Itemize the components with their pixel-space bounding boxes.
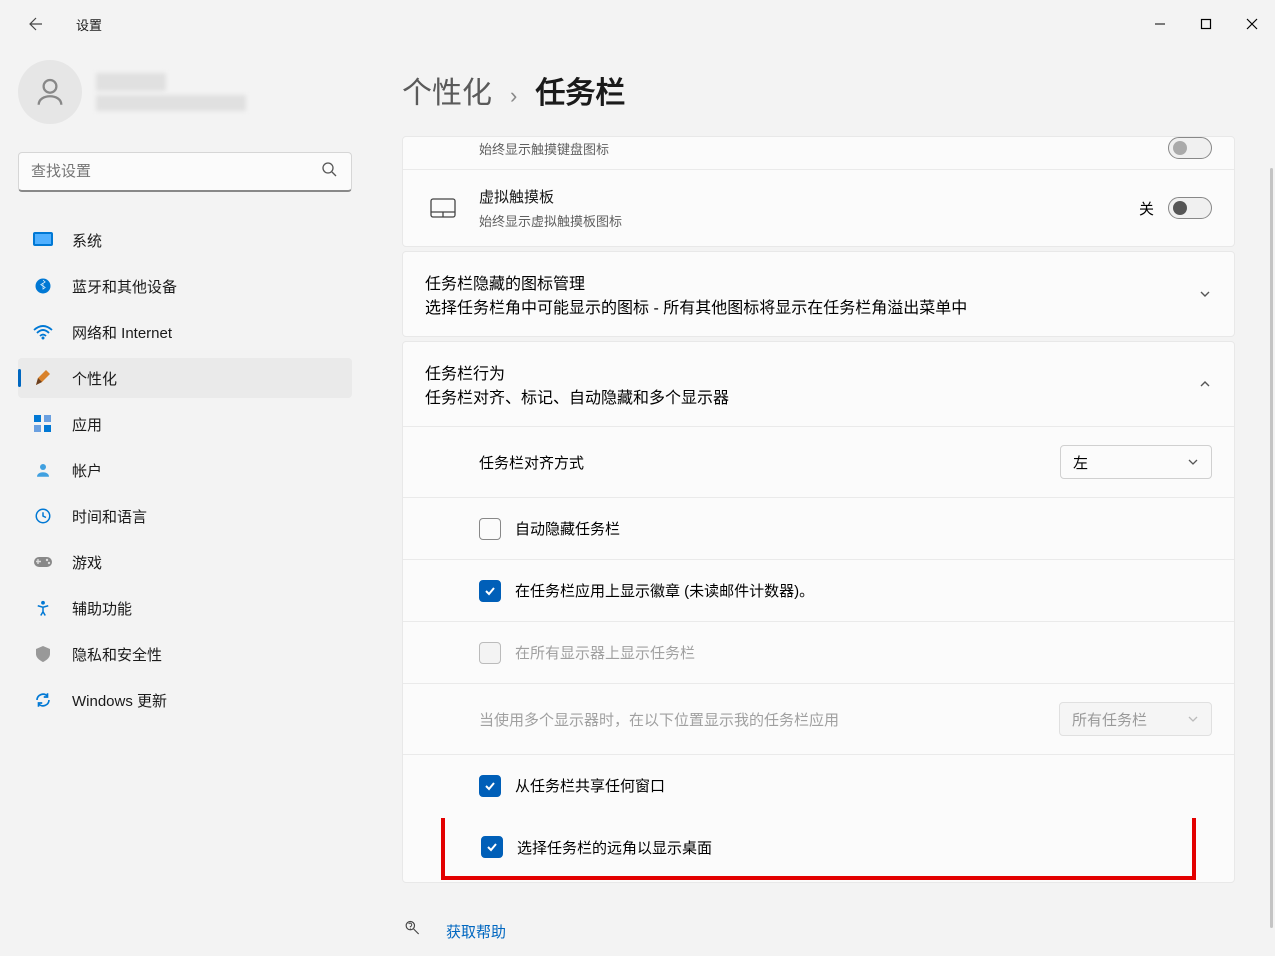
nav-apps[interactable]: 应用 bbox=[18, 404, 352, 444]
accounts-icon bbox=[32, 459, 54, 481]
nav-label: 辅助功能 bbox=[72, 598, 132, 619]
privacy-icon bbox=[32, 643, 54, 665]
nav-label: 网络和 Internet bbox=[72, 322, 172, 343]
multimon-row: 在所有显示器上显示任务栏 bbox=[403, 621, 1234, 683]
alignment-label: 任务栏对齐方式 bbox=[479, 452, 1060, 473]
nav-time-language[interactable]: 时间和语言 bbox=[18, 496, 352, 536]
far-corner-checkbox[interactable] bbox=[481, 836, 503, 858]
nav-label: 系统 bbox=[72, 230, 102, 251]
scrollbar[interactable] bbox=[1270, 168, 1273, 928]
nav-accounts[interactable]: 帐户 bbox=[18, 450, 352, 490]
nav-network[interactable]: 网络和 Internet bbox=[18, 312, 352, 352]
behaviors-sub: 任务栏对齐、标记、自动隐藏和多个显示器 bbox=[425, 384, 1198, 408]
update-icon bbox=[32, 689, 54, 711]
hidden-icons-sub: 选择任务栏角中可能显示的图标 - 所有其他图标将显示在任务栏角溢出菜单中 bbox=[425, 294, 1198, 318]
feedback-row[interactable]: 提供反馈 bbox=[402, 952, 1235, 956]
breadcrumb-separator: › bbox=[510, 83, 517, 109]
help-links: 获取帮助 提供反馈 bbox=[402, 887, 1235, 956]
touch-keyboard-card-partial: 始终显示触摸键盘图标 虚拟触摸板 始终显示虚拟触摸板图标 关 bbox=[402, 136, 1235, 247]
badges-label: 在任务栏应用上显示徽章 (未读邮件计数器)。 bbox=[515, 580, 1212, 601]
chevron-down-icon bbox=[1198, 287, 1212, 301]
nav-accessibility[interactable]: 辅助功能 bbox=[18, 588, 352, 628]
autohide-checkbox[interactable] bbox=[479, 518, 501, 540]
touchpad-toggle-state: 关 bbox=[1139, 198, 1154, 219]
touch-keyboard-sub: 始终显示触摸键盘图标 bbox=[479, 139, 609, 158]
share-window-label: 从任务栏共享任何窗口 bbox=[515, 775, 1212, 796]
get-help-row[interactable]: 获取帮助 bbox=[402, 911, 1235, 952]
breadcrumb: 个性化 › 任务栏 bbox=[402, 68, 1235, 112]
nav-windows-update[interactable]: Windows 更新 bbox=[18, 680, 352, 720]
touchpad-icon bbox=[425, 198, 461, 218]
multimon-where-label: 当使用多个显示器时，在以下位置显示我的任务栏应用 bbox=[479, 709, 1059, 730]
gaming-icon bbox=[32, 551, 54, 573]
multimon-where-combobox: 所有任务栏 bbox=[1059, 702, 1212, 736]
nav-privacy[interactable]: 隐私和安全性 bbox=[18, 634, 352, 674]
touchpad-sub: 始终显示虚拟触摸板图标 bbox=[479, 211, 1139, 230]
close-button[interactable] bbox=[1229, 4, 1275, 44]
minimize-button[interactable] bbox=[1137, 4, 1183, 44]
help-icon bbox=[402, 919, 424, 944]
user-info bbox=[96, 73, 246, 111]
network-icon bbox=[32, 321, 54, 343]
share-window-row[interactable]: 从任务栏共享任何窗口 bbox=[403, 754, 1234, 816]
nav-label: 个性化 bbox=[72, 368, 117, 389]
badges-row[interactable]: 在任务栏应用上显示徽章 (未读邮件计数器)。 bbox=[403, 559, 1234, 621]
badges-checkbox[interactable] bbox=[479, 580, 501, 602]
system-icon bbox=[32, 229, 54, 251]
search-box[interactable] bbox=[18, 152, 352, 192]
nav-label: 蓝牙和其他设备 bbox=[72, 276, 177, 297]
taskbar-behaviors-card: 任务栏行为 任务栏对齐、标记、自动隐藏和多个显示器 任务栏对齐方式 左 自动隐藏… bbox=[402, 341, 1235, 883]
nav-label: 应用 bbox=[72, 414, 102, 435]
behaviors-title: 任务栏行为 bbox=[425, 360, 1198, 384]
titlebar: 设置 bbox=[0, 0, 1275, 48]
nav-label: 游戏 bbox=[72, 552, 102, 573]
nav-personalization[interactable]: 个性化 bbox=[18, 358, 352, 398]
multimon-label: 在所有显示器上显示任务栏 bbox=[515, 642, 1212, 663]
nav-bluetooth[interactable]: 蓝牙和其他设备 bbox=[18, 266, 352, 306]
user-block[interactable] bbox=[18, 60, 352, 124]
hidden-icons-title: 任务栏隐藏的图标管理 bbox=[425, 270, 1198, 294]
autohide-label: 自动隐藏任务栏 bbox=[515, 518, 1212, 539]
multimon-checkbox bbox=[479, 642, 501, 664]
nav-gaming[interactable]: 游戏 bbox=[18, 542, 352, 582]
search-input[interactable] bbox=[31, 163, 339, 180]
maximize-button[interactable] bbox=[1183, 4, 1229, 44]
autohide-row[interactable]: 自动隐藏任务栏 bbox=[403, 497, 1234, 559]
apps-icon bbox=[32, 413, 54, 435]
sidebar: 系统 蓝牙和其他设备 网络和 Internet 个性化 应用 帐户 bbox=[0, 48, 370, 956]
touchpad-title: 虚拟触摸板 bbox=[479, 186, 1139, 207]
back-button[interactable] bbox=[16, 4, 56, 44]
window-title: 设置 bbox=[76, 15, 102, 34]
personalization-icon bbox=[32, 367, 54, 389]
nav-system[interactable]: 系统 bbox=[18, 220, 352, 260]
nav-label: 帐户 bbox=[72, 460, 102, 481]
main-content: 个性化 › 任务栏 始终显示触摸键盘图标 虚拟触摸板 始终显示虚拟触摸板图标 bbox=[370, 48, 1275, 956]
time-icon bbox=[32, 505, 54, 527]
touch-keyboard-toggle[interactable] bbox=[1168, 137, 1212, 159]
virtual-touchpad-row: 虚拟触摸板 始终显示虚拟触摸板图标 关 bbox=[403, 169, 1234, 246]
nav-list: 系统 蓝牙和其他设备 网络和 Internet 个性化 应用 帐户 bbox=[18, 220, 352, 720]
accessibility-icon bbox=[32, 597, 54, 619]
behaviors-header[interactable]: 任务栏行为 任务栏对齐、标记、自动隐藏和多个显示器 bbox=[403, 342, 1234, 426]
nav-label: Windows 更新 bbox=[72, 690, 167, 711]
far-corner-row[interactable]: 选择任务栏的远角以显示桌面 bbox=[441, 818, 1196, 880]
bluetooth-icon bbox=[32, 275, 54, 297]
hidden-icons-card[interactable]: 任务栏隐藏的图标管理 选择任务栏角中可能显示的图标 - 所有其他图标将显示在任务… bbox=[402, 251, 1235, 337]
avatar bbox=[18, 60, 82, 124]
breadcrumb-parent[interactable]: 个性化 bbox=[402, 68, 492, 112]
nav-label: 时间和语言 bbox=[72, 506, 147, 527]
alignment-combobox[interactable]: 左 bbox=[1060, 445, 1212, 479]
chevron-up-icon bbox=[1198, 377, 1212, 391]
alignment-row: 任务栏对齐方式 左 bbox=[403, 426, 1234, 497]
get-help-link[interactable]: 获取帮助 bbox=[446, 921, 506, 942]
search-icon bbox=[321, 161, 337, 182]
multimon-where-row: 当使用多个显示器时，在以下位置显示我的任务栏应用 所有任务栏 bbox=[403, 683, 1234, 754]
far-corner-label: 选择任务栏的远角以显示桌面 bbox=[517, 837, 1170, 858]
share-window-checkbox[interactable] bbox=[479, 775, 501, 797]
nav-label: 隐私和安全性 bbox=[72, 644, 162, 665]
touchpad-toggle[interactable] bbox=[1168, 197, 1212, 219]
breadcrumb-current: 任务栏 bbox=[535, 68, 625, 112]
